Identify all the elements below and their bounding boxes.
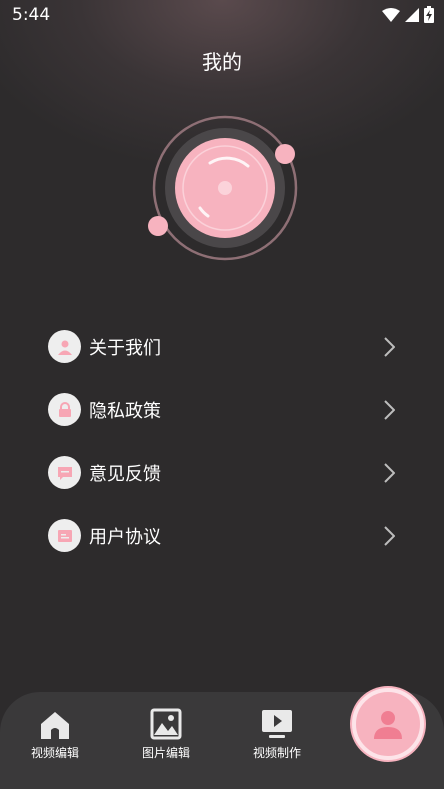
menu-item-label: 隐私政策 bbox=[89, 400, 161, 422]
status-bar: 5:44 bbox=[0, 0, 444, 30]
menu-item-about[interactable]: 关于我们 bbox=[48, 315, 403, 378]
profile-avatar bbox=[148, 115, 298, 261]
orbit-dot-top bbox=[275, 144, 295, 164]
settings-menu: 关于我们 隐私政策 意见反馈 用户协议 bbox=[48, 315, 403, 567]
image-icon bbox=[150, 708, 182, 740]
profile-icon bbox=[374, 711, 402, 739]
tab-video-edit[interactable]: 视频编辑 bbox=[10, 706, 100, 761]
menu-item-label: 用户协议 bbox=[89, 526, 161, 548]
page-title: 我的 bbox=[202, 50, 242, 74]
lock-icon bbox=[48, 393, 81, 426]
tab-label: 视频编辑 bbox=[30, 746, 79, 760]
wifi-icon bbox=[382, 7, 400, 22]
play-icon bbox=[262, 710, 292, 738]
chat-icon bbox=[48, 456, 81, 489]
menu-item-label: 意见反馈 bbox=[89, 463, 161, 485]
tab-profile[interactable] bbox=[352, 688, 424, 760]
menu-item-privacy[interactable]: 隐私政策 bbox=[48, 378, 403, 441]
chevron-right-icon bbox=[384, 399, 395, 420]
home-icon bbox=[41, 712, 69, 739]
menu-item-agreement[interactable]: 用户协议 bbox=[48, 504, 403, 567]
tab-label: 图片编辑 bbox=[141, 746, 190, 760]
menu-item-feedback[interactable]: 意见反馈 bbox=[48, 441, 403, 504]
chevron-right-icon bbox=[384, 525, 395, 546]
signal-icon bbox=[405, 7, 419, 22]
person-icon bbox=[48, 330, 81, 363]
center-dot bbox=[218, 181, 232, 195]
tab-video-make[interactable]: 视频制作 bbox=[232, 706, 322, 761]
tab-label: 视频制作 bbox=[252, 746, 301, 760]
orbit-dot-bottom bbox=[148, 216, 168, 236]
chevron-right-icon bbox=[384, 462, 395, 483]
battery-icon bbox=[424, 6, 434, 23]
status-icons bbox=[382, 6, 434, 23]
document-icon bbox=[48, 519, 81, 552]
tab-image-edit[interactable]: 图片编辑 bbox=[121, 706, 211, 761]
chevron-right-icon bbox=[384, 336, 395, 357]
status-time: 5:44 bbox=[12, 5, 51, 25]
menu-item-label: 关于我们 bbox=[89, 337, 161, 359]
